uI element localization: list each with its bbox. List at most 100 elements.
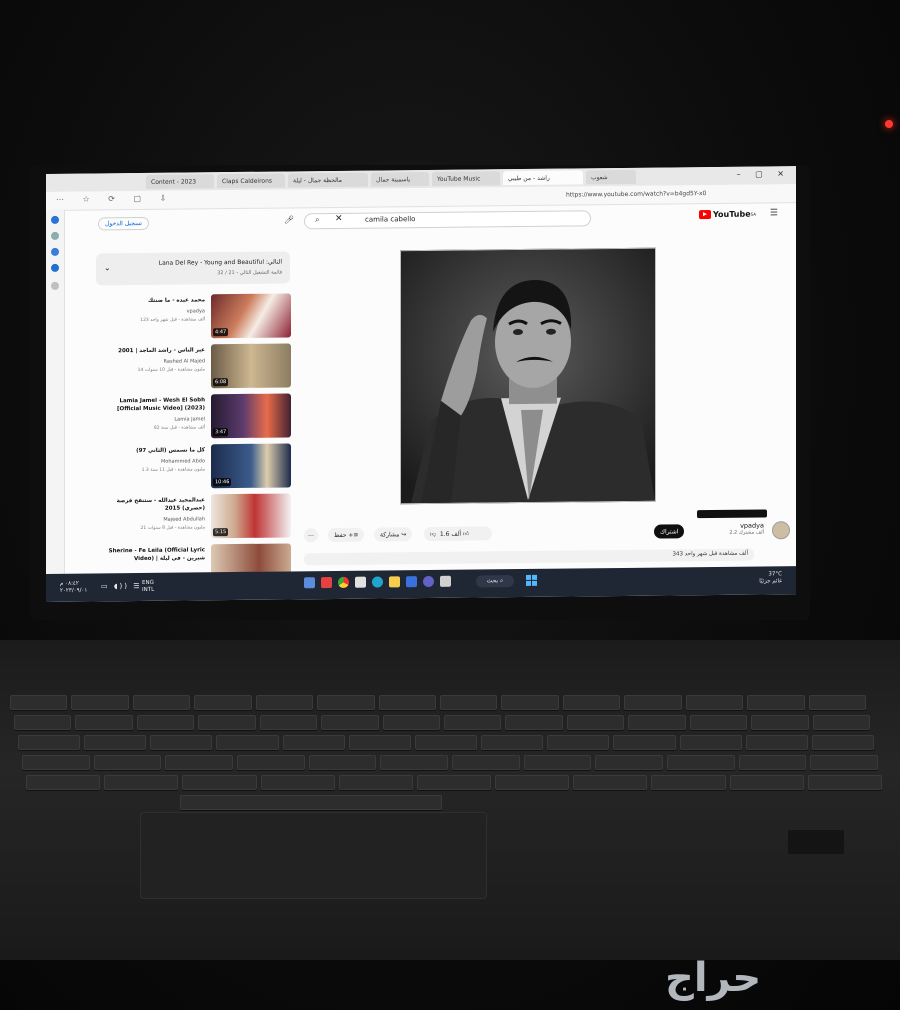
taskbar-apps (304, 575, 451, 589)
subscribe-button[interactable]: اشتراك (654, 524, 685, 539)
add-icon[interactable] (51, 281, 59, 290)
app-icon[interactable] (440, 575, 451, 587)
video-thumbnail[interactable]: 6:08 (211, 343, 291, 389)
window-controls[interactable]: – ▢ ✕ (737, 169, 790, 179)
keyboard-key (380, 755, 448, 770)
channel-avatar[interactable] (772, 521, 790, 540)
youtube-country-code: SA (750, 211, 756, 217)
lang-layout: INTL (142, 586, 155, 593)
video-thumbnail[interactable]: 10:46 (211, 443, 291, 489)
like-dislike-group[interactable]: 👎︎ 1.6 ألف 👍︎ (424, 526, 492, 542)
channel-name[interactable]: Rashed Al Majed (164, 358, 205, 364)
video-thumbnail[interactable]: 3:47 (211, 393, 291, 439)
folder-icon[interactable] (389, 576, 400, 588)
search-icon[interactable] (51, 231, 59, 240)
playlist-panel[interactable]: ⌄ Lana Del Rey - Young and Beautiful :ال… (96, 251, 290, 286)
language-indicator[interactable]: ENG INTL (142, 580, 154, 594)
playlist-subtitle: قائمة التشغيل التالي - 21 / 32 (217, 269, 282, 277)
video-title[interactable]: عبدالمجيد عبدالله - ستنفخ فرصة (حصري) 20… (101, 496, 205, 513)
app-icon[interactable] (321, 577, 332, 589)
browser-toolbar-icons[interactable]: ⋯ ☆ ⟳ ▢ ⇩ (56, 194, 174, 204)
copilot-icon[interactable] (51, 247, 59, 256)
more-actions-button[interactable]: ⋯ (304, 528, 318, 543)
browser-tab[interactable]: Content - 2023 (146, 174, 214, 189)
video-player[interactable] (400, 247, 656, 505)
channel-info[interactable]: vpadya 2.2 ألف مشترك (704, 521, 764, 536)
edge-icon[interactable] (372, 576, 383, 588)
youtube-logo-text: YouTube (712, 209, 751, 220)
youtube-logo[interactable]: YouTube SA (698, 209, 756, 220)
app-icon[interactable] (304, 577, 315, 589)
windows-start-icon[interactable] (526, 574, 538, 587)
related-video[interactable]: 5:15 عبدالمجيد عبدالله - ستنفخ فرصة (حصر… (101, 493, 291, 541)
chrome-icon[interactable] (338, 576, 349, 588)
keyboard-key (807, 775, 882, 790)
browser-tab[interactable]: مالحظة جمال - ليلة (288, 172, 368, 188)
related-video[interactable]: 3:47 Lamia Jamel - Wesh El Sobh [Officia… (101, 393, 291, 441)
video-title[interactable]: محمد عبده - ما ضنتك (101, 296, 205, 305)
channel-name[interactable]: Majeed Abdullah (163, 516, 205, 522)
photo-scene: Content - 2023 Claps Caldeirons مالحظة ج… (0, 0, 900, 1010)
browser-tab-active[interactable]: راشد - من طيبي (503, 170, 583, 186)
browser-tab[interactable]: YouTube Music (432, 171, 500, 186)
keyboard-key (452, 755, 520, 770)
video-thumbnail[interactable]: 4:47 (211, 293, 291, 339)
channel-name[interactable]: Lamia Jamel (174, 416, 205, 422)
channel-name[interactable]: vpadya (187, 308, 205, 314)
keyboard-key (71, 695, 129, 710)
video-meta: 14 مليون مشاهدة - قبل 10 سنوات (137, 367, 205, 374)
share-button[interactable]: مشاركة ↪ (374, 527, 413, 542)
keyboard-key (414, 735, 478, 750)
menu-icon[interactable]: ☰ (770, 208, 778, 218)
keyboard-key (84, 735, 147, 750)
keyboard-key (523, 755, 592, 770)
keyboard-key (628, 715, 686, 730)
keyboard-key (416, 775, 492, 790)
related-video[interactable]: 6:08 عبر الناس - راشد الماجد | 2001 Rash… (101, 343, 291, 391)
video-title[interactable]: Sherine - Fe Leila (Official Lyric Video… (101, 546, 205, 563)
video-title[interactable]: عبر الناس - راشد الماجد | 2001 (101, 346, 205, 355)
search-box[interactable]: ⌕ ✕ camila cabello (304, 210, 591, 230)
share-label: مشاركة (380, 530, 400, 539)
like-icon[interactable]: 👍︎ (463, 530, 469, 538)
save-button[interactable]: حفظ +≡ (328, 527, 365, 543)
search-icon[interactable]: ⌕ (315, 215, 319, 225)
url-field[interactable]: https://www.youtube.com/watch?v=b4gd5Y-x… (566, 189, 736, 201)
taskbar-search[interactable]: بحث ⌕ (476, 575, 514, 588)
channel-name[interactable]: Mohammed Abdo (161, 458, 205, 464)
keyboard-key (75, 715, 133, 730)
weather-widget[interactable]: 37°C غائم جزئيًا (759, 571, 782, 585)
system-tray-icons[interactable]: ▭ ◖)) ☰ (101, 582, 142, 590)
app-icon[interactable] (406, 576, 417, 588)
outlook-icon[interactable] (51, 263, 59, 272)
search-input[interactable]: camila cabello (365, 215, 415, 224)
like-count: 1.6 ألف (439, 530, 462, 538)
video-thumbnail[interactable]: 5:15 (211, 493, 291, 539)
bing-icon[interactable] (51, 215, 59, 224)
keyboard-key (14, 715, 72, 730)
keyboard-key (260, 775, 335, 790)
keyboard-key (729, 775, 804, 790)
store-icon[interactable] (355, 576, 366, 588)
keyboard-key (812, 715, 870, 730)
mic-icon[interactable]: 🎤︎ (284, 215, 294, 224)
clear-icon[interactable]: ✕ (335, 214, 343, 224)
keyboard-key (237, 755, 305, 770)
sign-in-button[interactable]: تسجيل الدخول (98, 216, 149, 231)
video-title[interactable]: كل ما نسمس (الثاني 97) (101, 446, 205, 455)
description-box[interactable]: 343 ألف مشاهدة قبل شهر واحد (304, 548, 754, 566)
video-title[interactable]: Lamia Jamel - Wesh El Sobh [Official Mus… (101, 396, 205, 413)
keyboard-key (22, 755, 90, 770)
tab-label: YouTube Music (437, 174, 481, 183)
browser-tab[interactable]: شعوب (586, 169, 636, 185)
related-video[interactable]: 10:46 كل ما نسمس (الثاني 97) Mohammed Ab… (101, 443, 291, 491)
spacebar-key (180, 795, 442, 810)
browser-tab[interactable]: Claps Caldeirons (217, 173, 285, 189)
taskbar-clock[interactable]: ٠٨:٤٢ م ٢٠٢٣/٠٩/٠١ (60, 581, 87, 595)
app-icon[interactable] (423, 575, 434, 588)
chevron-down-icon[interactable]: ⌄ (104, 263, 111, 272)
dislike-icon[interactable]: 👎︎ (430, 530, 436, 538)
keyboard-key (566, 715, 625, 730)
browser-tab[interactable]: ياسمينة جمال (371, 171, 429, 187)
related-video[interactable]: 4:47 محمد عبده - ما ضنتك vpadya 123 ألف … (101, 293, 291, 341)
